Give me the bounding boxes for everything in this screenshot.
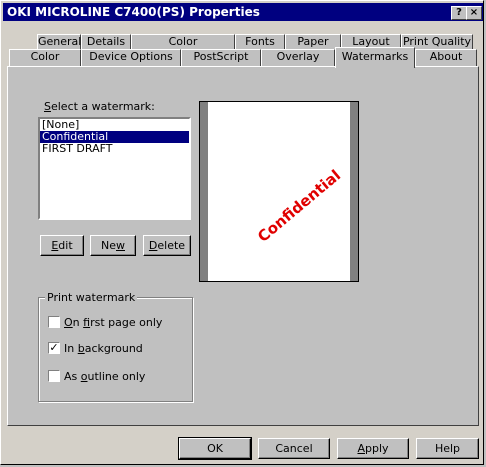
tab-details[interactable]: Details [81, 34, 131, 49]
tab-paper[interactable]: Paper [285, 34, 341, 49]
preview-page: Confidential [208, 102, 350, 281]
edit-button[interactable]: Edit [40, 235, 84, 256]
tab-general[interactable]: General [37, 34, 81, 49]
tab-postscript[interactable]: PostScript [181, 49, 261, 67]
tab-color-management[interactable]: Color Management [131, 34, 235, 62]
ok-button[interactable]: OK [178, 437, 252, 460]
properties-dialog: OKI MICROLINE C7400(PS) Properties ? × G… [0, 0, 484, 465]
help-title-button[interactable]: ? [451, 6, 467, 20]
title-bar: OKI MICROLINE C7400(PS) Properties ? × [3, 3, 483, 21]
watermark-listbox[interactable]: [None] Confidential FIRST DRAFT [38, 117, 191, 220]
tab-device-options[interactable]: Device Options [81, 49, 181, 67]
tab-fonts[interactable]: Fonts [235, 34, 285, 49]
new-button[interactable]: New [90, 235, 136, 256]
select-watermark-label: Select a watermark: [44, 100, 155, 113]
apply-button[interactable]: Apply [337, 438, 409, 459]
tab-watermarks[interactable]: Watermarks [335, 47, 415, 68]
close-title-button[interactable]: × [466, 6, 482, 20]
first-page-only-checkbox[interactable] [48, 316, 60, 328]
watermark-option-first-draft[interactable]: FIRST DRAFT [40, 143, 189, 155]
print-watermark-title: Print watermark [45, 291, 138, 304]
preview-watermark-text: Confidential [254, 166, 345, 246]
cancel-button[interactable]: Cancel [258, 438, 330, 459]
help-button[interactable]: Help [416, 438, 479, 459]
watermark-preview: Confidential [199, 101, 359, 282]
tab-overlay[interactable]: Overlay [261, 49, 335, 67]
as-outline-only-checkbox[interactable] [48, 370, 60, 382]
first-page-only-label: On first page only [64, 316, 163, 329]
delete-button[interactable]: Delete [143, 235, 191, 256]
tab-about[interactable]: About [415, 49, 477, 67]
in-background-checkbox[interactable]: ✓ [48, 342, 60, 354]
in-background-label: In background [64, 342, 143, 355]
as-outline-only-label: As outline only [64, 370, 146, 383]
window-title: OKI MICROLINE C7400(PS) Properties [7, 5, 260, 19]
tab-color[interactable]: Color [9, 49, 81, 67]
